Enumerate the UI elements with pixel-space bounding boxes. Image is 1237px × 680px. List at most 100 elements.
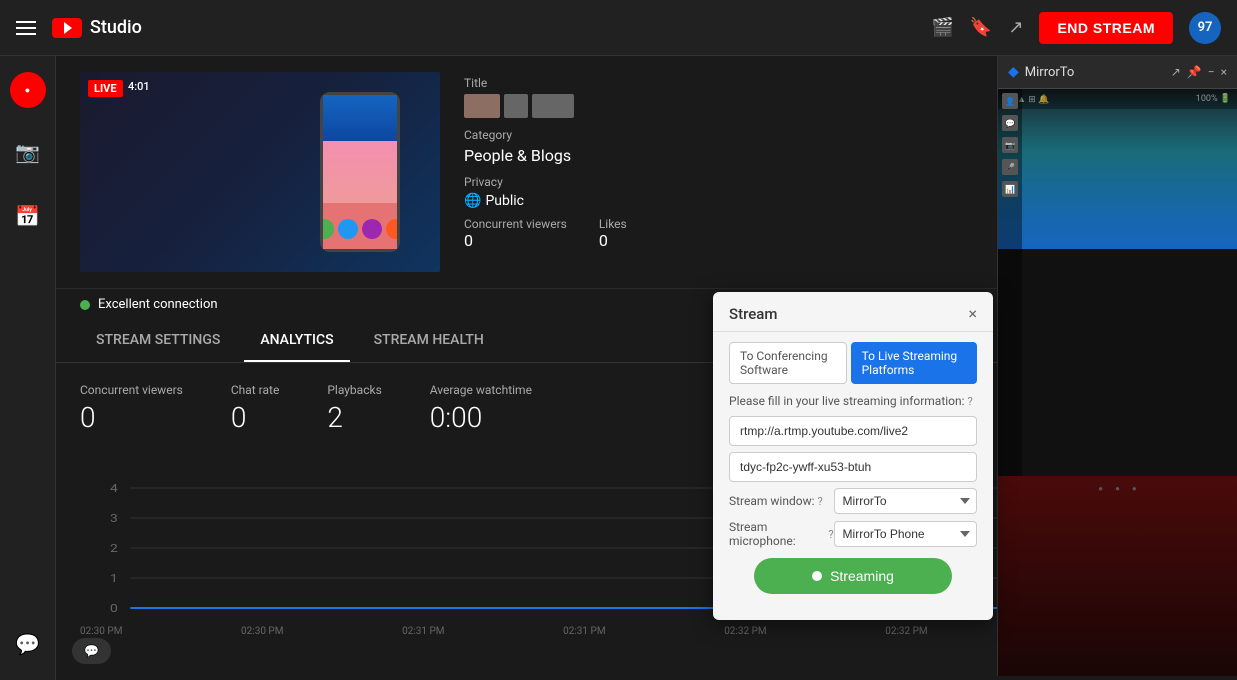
title-icon-2: [504, 94, 528, 118]
help-icon[interactable]: ?: [968, 395, 973, 408]
tab-stream-settings[interactable]: STREAM SETTINGS: [80, 320, 236, 362]
mirrortopop-controls: ↗ 📌 − ×: [1171, 65, 1227, 79]
external-link-icon[interactable]: ↗: [1171, 65, 1181, 79]
end-stream-button[interactable]: END STREAM: [1039, 12, 1173, 44]
window-help-icon[interactable]: ?: [818, 495, 823, 508]
live-timer: 4:01: [128, 80, 150, 93]
svg-text:2: 2: [110, 542, 118, 555]
share-icon[interactable]: ↗: [1008, 17, 1023, 38]
app-name: Studio: [90, 17, 142, 38]
stream-window-label: Stream window: ?: [729, 494, 834, 508]
sidebar-item-live[interactable]: ●: [10, 72, 46, 108]
mirrortopop-title: MirrorTo: [1025, 65, 1075, 80]
title-icon-3: [532, 94, 574, 118]
tab-stream-health[interactable]: STREAM HEALTH: [358, 320, 500, 362]
pop-sidebar: 👤 💬 📷 🎤 📊: [998, 89, 1022, 476]
pop-side-camera[interactable]: 📷: [1002, 137, 1018, 153]
mirrortopop-panel: ◆ MirrorTo ↗ 📌 − × ●● ▲ ⊞ 🔔 100% 🔋: [997, 56, 1237, 676]
sidebar: ● 📷 📅 💬: [0, 56, 56, 680]
dialog-close-button[interactable]: ×: [968, 304, 977, 323]
analytic-chat: Chat rate 0: [231, 383, 280, 434]
x-label-2: 02:31 PM: [402, 626, 444, 637]
live-text: ●: [25, 85, 30, 96]
phone-top-dots: ● ● ●: [1098, 484, 1137, 493]
tab-live-streaming[interactable]: To Live Streaming Platforms: [851, 342, 977, 384]
stream-microphone-row: Stream microphone: ? MirrorTo Phone: [729, 520, 977, 548]
preview-overlay: [998, 89, 1237, 249]
mirrortopop-header: ◆ MirrorTo ↗ 📌 − ×: [998, 56, 1237, 89]
sidebar-item-calendar[interactable]: 📅: [8, 196, 48, 236]
minimize-icon[interactable]: −: [1208, 65, 1215, 79]
stream-window-select[interactable]: MirrorTo: [834, 488, 977, 514]
x-label-1: 02:30 PM: [241, 626, 283, 637]
pop-side-mic[interactable]: 🎤: [1002, 159, 1018, 175]
app-icon-2: [338, 219, 358, 239]
topbar: Studio 🎬 🔖 ↗ END STREAM 97: [0, 0, 1237, 56]
globe-icon: 🌐: [464, 193, 481, 209]
connection-dot: [80, 300, 90, 310]
tab-conferencing[interactable]: To Conferencing Software: [729, 342, 847, 384]
pop-side-person[interactable]: 👤: [1002, 93, 1018, 109]
stream-microphone-label: Stream microphone: ?: [729, 520, 834, 548]
app-icon-1: [323, 219, 334, 239]
analytic-playbacks: Playbacks 2: [327, 383, 381, 434]
dialog-header: Stream ×: [713, 292, 993, 332]
feedback-button[interactable]: 💬: [72, 638, 111, 664]
sidebar-item-camera[interactable]: 📷: [8, 132, 48, 172]
main-content: LIVE 4:01 Title Category People & Blogs …: [56, 56, 1237, 680]
svg-text:4: 4: [110, 482, 118, 495]
tab-analytics[interactable]: ANALYTICS: [244, 320, 349, 362]
calendar-icon: 📅: [15, 204, 40, 228]
live-badge: LIVE: [88, 80, 123, 97]
x-label-5: 02:32 PM: [885, 626, 927, 637]
app-icon-4: [386, 219, 397, 239]
camera-icon: 📷: [15, 140, 40, 164]
x-label-4: 02:32 PM: [724, 626, 766, 637]
youtube-icon: [52, 18, 82, 38]
stream-url-input[interactable]: [729, 416, 977, 446]
stream-key-input[interactable]: [729, 452, 977, 482]
app-icon-3: [362, 219, 382, 239]
title-icon-1: [464, 94, 500, 118]
svg-text:0: 0: [110, 602, 118, 615]
x-label-3: 02:31 PM: [563, 626, 605, 637]
dialog-body: Please fill in your live streaming infor…: [713, 384, 993, 604]
svg-text:3: 3: [110, 512, 118, 525]
likes-metric: Likes 0: [599, 217, 627, 250]
pop-side-chat[interactable]: 💬: [1002, 115, 1018, 131]
chat-icon: 💬: [15, 632, 40, 656]
dialog-title: Stream: [729, 305, 777, 323]
streaming-button[interactable]: Streaming: [754, 558, 952, 594]
avatar-badge[interactable]: 97: [1189, 12, 1221, 44]
streaming-status-dot: [812, 571, 822, 581]
clip-icon[interactable]: 🎬: [932, 17, 954, 38]
pin-icon[interactable]: 📌: [1187, 65, 1202, 79]
phone-preview: [320, 92, 400, 252]
x-label-0: 02:30 PM: [80, 626, 122, 637]
mirrortopop-logo-icon: ◆: [1008, 64, 1019, 80]
analytic-concurrent: Concurrent viewers 0: [80, 383, 183, 434]
topbar-left: Studio: [16, 17, 142, 38]
dialog-description: Please fill in your live streaming infor…: [729, 394, 977, 408]
phone-bg: [998, 476, 1237, 676]
stream-microphone-select[interactable]: MirrorTo Phone: [834, 521, 977, 547]
bookmark-icon[interactable]: 🔖: [970, 17, 992, 38]
stream-window-row: Stream window: ? MirrorTo: [729, 488, 977, 514]
analytic-watchtime: Average watchtime 0:00: [430, 383, 532, 434]
sidebar-item-feedback[interactable]: 💬: [8, 624, 48, 664]
mirrortopop-preview: ●● ▲ ⊞ 🔔 100% 🔋 👤 💬 📷 🎤 📊: [998, 89, 1237, 476]
pop-phone-bottom: ● ● ● 📞 ⌄ 🌐 ⏺: [998, 476, 1237, 676]
hamburger-menu[interactable]: [16, 21, 36, 35]
svg-text:1: 1: [110, 572, 118, 585]
concurrent-viewers-metric: Concurrent viewers 0: [464, 217, 567, 250]
mic-help-icon[interactable]: ?: [828, 528, 833, 541]
stream-dialog: Stream × To Conferencing Software To Liv…: [713, 292, 993, 620]
preview-image: ●● ▲ ⊞ 🔔 100% 🔋: [998, 89, 1237, 249]
close-icon[interactable]: ×: [1221, 65, 1227, 79]
pop-side-stats[interactable]: 📊: [1002, 181, 1018, 197]
main-layout: ● 📷 📅 💬: [0, 56, 1237, 680]
mirrortopop-title-area: ◆ MirrorTo: [1008, 64, 1074, 80]
dialog-tabs: To Conferencing Software To Live Streami…: [713, 332, 993, 384]
feedback-icon: 💬: [84, 644, 99, 658]
topbar-right: 🎬 🔖 ↗ END STREAM 97: [932, 12, 1222, 44]
